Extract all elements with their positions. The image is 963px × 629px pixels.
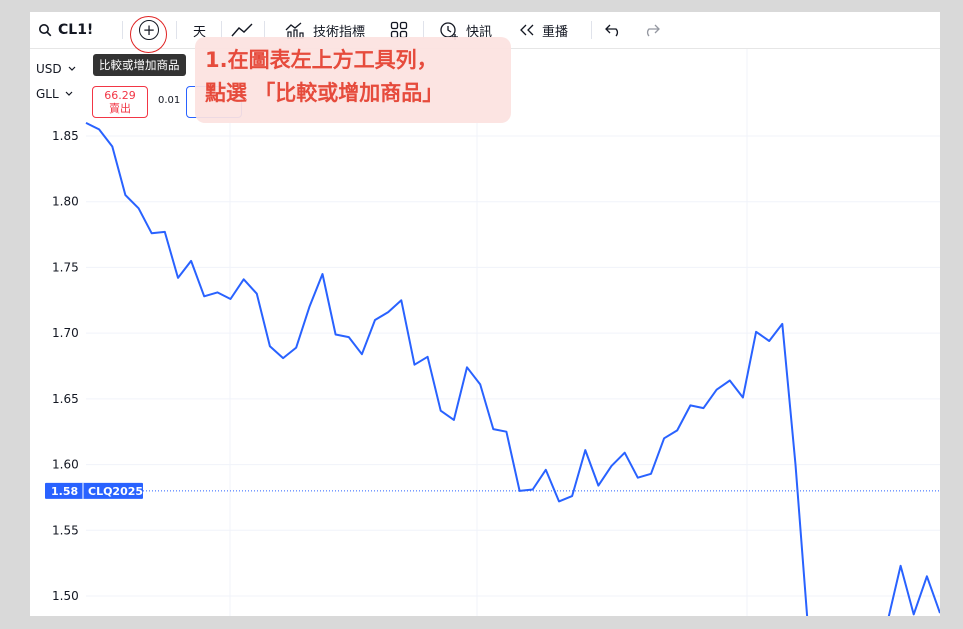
y-axis-tick-label: 1.75 — [52, 260, 79, 274]
undo-icon — [605, 24, 619, 37]
y-axis-tick-label: 1.50 — [52, 589, 79, 603]
redo-button[interactable] — [642, 12, 660, 48]
currency-selector[interactable]: USD — [36, 59, 76, 79]
sell-label: 賣出 — [109, 102, 131, 115]
replay-button[interactable]: 重播 — [518, 12, 568, 48]
toolbar-divider — [176, 21, 177, 39]
price-tag-symbol: CLQ2025 — [88, 485, 143, 498]
chevron-down-icon — [68, 66, 76, 71]
y-axis-tick-label: 1.65 — [52, 392, 79, 406]
line-chart-icon — [231, 23, 253, 37]
spread-value: 0.01 — [158, 95, 181, 106]
y-axis-tick-label: 1.80 — [52, 195, 79, 209]
sell-price: 66.29 — [104, 89, 136, 102]
undo-button[interactable] — [605, 12, 623, 48]
y-axis-tick-label: 1.60 — [52, 458, 79, 472]
callout-line-2: 點選 「比較或增加商品」 — [205, 81, 444, 105]
search-icon — [39, 24, 52, 37]
highlight-circle — [130, 16, 167, 53]
toolbar-divider — [591, 21, 592, 39]
chart-window: 1.85 1.80 1.75 1.70 1.65 1.60 1.55 1.50 1.58 CLQ2… — [30, 12, 940, 616]
symbol-label: CL1! — [58, 22, 94, 38]
price-tag-value: 1.58 — [51, 485, 78, 498]
y-axis-tick-label: 1.70 — [52, 326, 79, 340]
symbol-search[interactable]: CL1! — [38, 12, 93, 48]
currency-label: USD — [36, 62, 62, 76]
redo-icon — [646, 24, 660, 37]
unit-label: GLL — [36, 87, 59, 101]
toolbar-divider — [122, 21, 123, 39]
chevron-down-icon — [65, 91, 73, 96]
y-axis-tick-label: 1.85 — [52, 129, 79, 143]
replay-icon — [520, 24, 534, 36]
instruction-callout: 1.在圖表左上方工具列， 點選 「比較或增加商品」 — [195, 37, 511, 123]
price-line — [85, 122, 940, 616]
y-axis-tick-label: 1.55 — [52, 523, 79, 537]
callout-line-1: 1.在圖表左上方工具列， — [205, 48, 438, 72]
replay-label: 重播 — [542, 24, 569, 40]
unit-selector[interactable]: GLL — [36, 84, 73, 104]
compare-tooltip: 比較或增加商品 — [93, 54, 186, 76]
sell-button[interactable]: 66.29 賣出 — [92, 86, 148, 118]
